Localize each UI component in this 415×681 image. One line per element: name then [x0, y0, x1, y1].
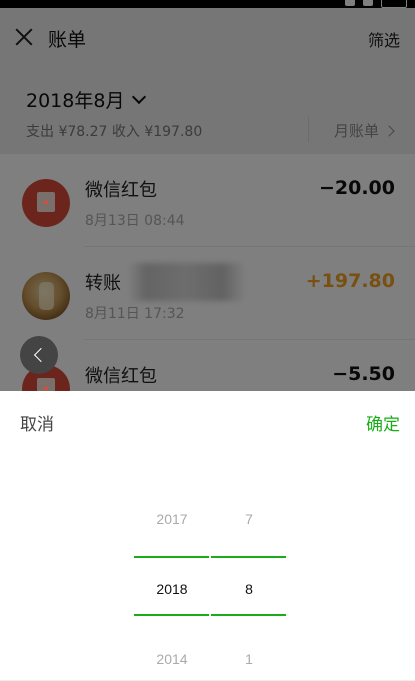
- year-option[interactable]: 2014: [134, 651, 210, 667]
- back-button[interactable]: [20, 336, 58, 374]
- picker-line: [134, 614, 209, 616]
- picker-line: [211, 556, 286, 558]
- month-picker[interactable]: 7 8 1: [211, 501, 287, 681]
- year-selected[interactable]: 2018: [134, 581, 210, 597]
- month-selected[interactable]: 8: [211, 581, 287, 597]
- month-option[interactable]: 1: [211, 651, 287, 667]
- year-picker[interactable]: 2017 2018 2014: [134, 501, 210, 681]
- confirm-button[interactable]: 确定: [366, 410, 400, 435]
- month-option[interactable]: 7: [211, 511, 287, 527]
- picker-line: [211, 614, 286, 616]
- year-option[interactable]: 2017: [134, 511, 210, 527]
- date-picker-sheet: 取消 确定 2017 2018 2014 7 8 1: [0, 391, 415, 680]
- cancel-button[interactable]: 取消: [20, 410, 54, 435]
- picker-line: [134, 556, 209, 558]
- chevron-left-icon: [33, 347, 49, 363]
